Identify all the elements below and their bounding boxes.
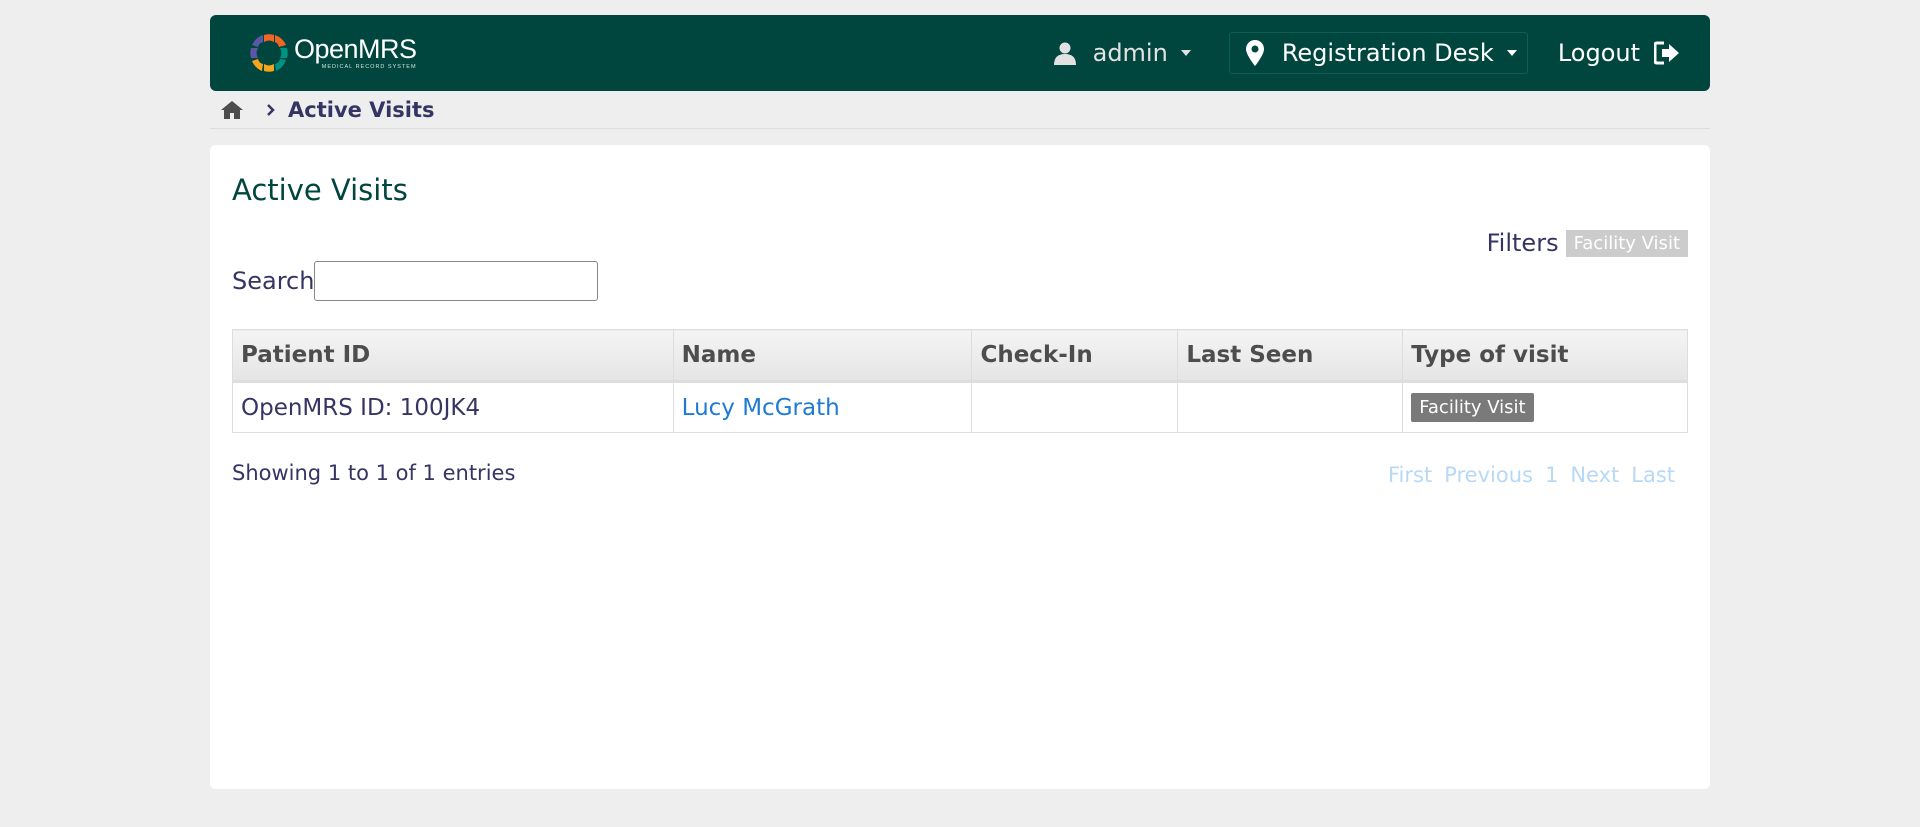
pager-page-1[interactable]: 1 bbox=[1545, 463, 1558, 487]
cell-patient-id: OpenMRS ID: 100JK4 bbox=[232, 381, 674, 433]
top-header: OpenMRS MEDICAL RECORD SYSTEM admin Regi… bbox=[210, 15, 1710, 91]
column-header-name[interactable]: Name bbox=[672, 329, 973, 383]
pagination: First Previous 1 Next Last bbox=[1376, 463, 1675, 487]
breadcrumb: Active Visits bbox=[210, 91, 1710, 129]
header-nav: admin Registration Desk Logout bbox=[1053, 15, 1680, 91]
breadcrumb-current: Active Visits bbox=[288, 97, 435, 122]
user-icon bbox=[1053, 42, 1076, 65]
cell-type-of-visit: Facility Visit bbox=[1402, 381, 1688, 433]
filters: Filters Facility Visit bbox=[1487, 229, 1688, 257]
location-selector[interactable]: Registration Desk bbox=[1228, 32, 1528, 74]
brand-tagline: MEDICAL RECORD SYSTEM bbox=[321, 63, 417, 70]
search-label: Search bbox=[232, 267, 315, 295]
column-header-patient-id[interactable]: Patient ID bbox=[232, 329, 674, 383]
search-input[interactable] bbox=[314, 261, 599, 301]
brand-logo[interactable]: OpenMRS MEDICAL RECORD SYSTEM bbox=[248, 32, 417, 74]
table-row: OpenMRS ID: 100JK4 Lucy McGrath Facility… bbox=[232, 381, 1688, 433]
filters-label: Filters bbox=[1486, 229, 1559, 257]
openmrs-logo-icon bbox=[250, 34, 288, 72]
filter-facility-visit[interactable]: Facility Visit bbox=[1565, 229, 1688, 257]
chevron-down-icon bbox=[1506, 50, 1517, 56]
patient-name-link[interactable]: Lucy McGrath bbox=[682, 395, 840, 421]
column-header-last-seen[interactable]: Last Seen bbox=[1177, 329, 1404, 383]
pager-next[interactable]: Next bbox=[1570, 463, 1619, 487]
home-icon[interactable] bbox=[220, 100, 244, 120]
chevron-down-icon bbox=[1180, 50, 1191, 56]
table-header-row: Patient ID Name Check-In Last Seen Type … bbox=[232, 329, 1688, 383]
pager-previous[interactable]: Previous bbox=[1444, 463, 1533, 487]
visit-type-badge: Facility Visit bbox=[1411, 393, 1534, 422]
chevron-right-icon bbox=[267, 103, 275, 116]
table-info: Showing 1 to 1 of 1 entries bbox=[232, 461, 516, 485]
page-title: Active Visits bbox=[232, 173, 408, 207]
active-visits-table: Patient ID Name Check-In Last Seen Type … bbox=[232, 329, 1688, 433]
brand-name: OpenMRS bbox=[294, 33, 417, 64]
cell-last-seen bbox=[1177, 381, 1404, 433]
sign-out-icon bbox=[1654, 41, 1679, 65]
column-header-type-of-visit[interactable]: Type of visit bbox=[1402, 329, 1688, 383]
brand-text: OpenMRS MEDICAL RECORD SYSTEM bbox=[294, 33, 417, 71]
user-name: admin bbox=[1092, 39, 1168, 67]
logout-label: Logout bbox=[1557, 39, 1640, 67]
pager-last[interactable]: Last bbox=[1631, 463, 1675, 487]
cell-check-in bbox=[971, 381, 1179, 433]
user-menu[interactable]: admin bbox=[1053, 39, 1191, 67]
search-area: Search bbox=[232, 261, 599, 301]
cell-name: Lucy McGrath bbox=[672, 381, 973, 433]
content-card: Active Visits Filters Facility Visit Sea… bbox=[210, 145, 1710, 789]
pager-first[interactable]: First bbox=[1388, 463, 1432, 487]
column-header-check-in[interactable]: Check-In bbox=[971, 329, 1179, 383]
location-name: Registration Desk bbox=[1281, 39, 1494, 67]
map-marker-icon bbox=[1245, 40, 1264, 66]
logout-link[interactable]: Logout bbox=[1558, 39, 1680, 67]
app-container: OpenMRS MEDICAL RECORD SYSTEM admin Regi… bbox=[210, 15, 1710, 789]
